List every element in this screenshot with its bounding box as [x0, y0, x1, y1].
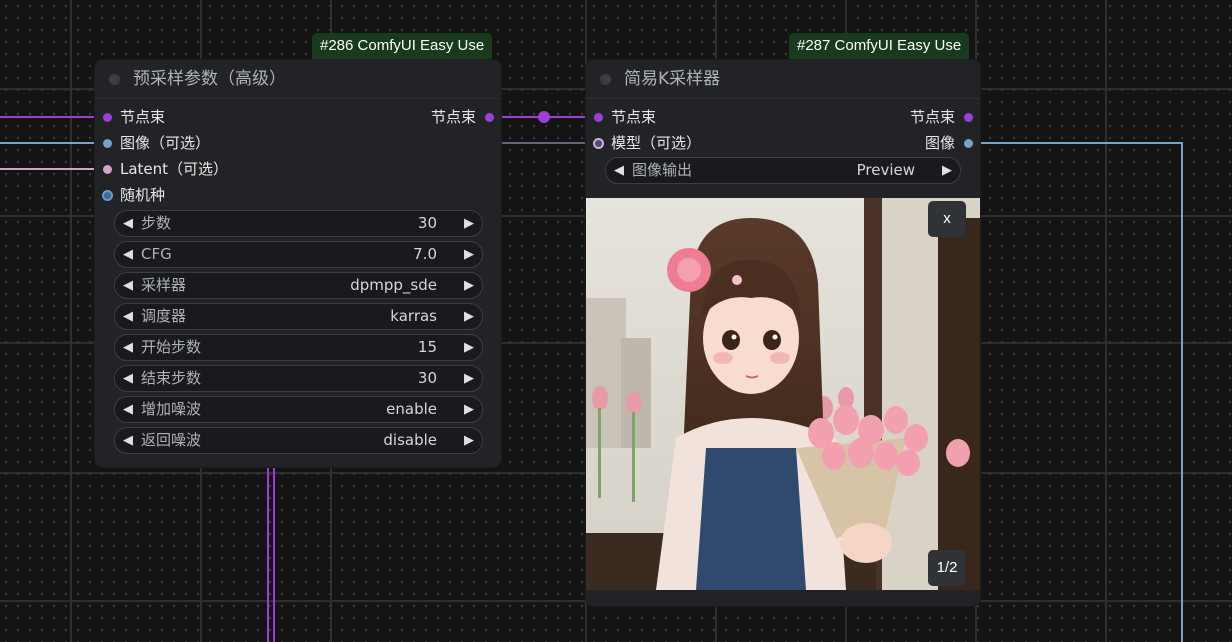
decrement-arrow-icon[interactable]: ◀ [123, 211, 133, 236]
widget-value: 7.0 [413, 245, 437, 263]
input-slot-pipe[interactable]: 节点束 [95, 106, 165, 128]
input-label-seed: 随机种 [120, 186, 166, 204]
input-label-latent: Latent（可选） [120, 160, 229, 178]
increment-arrow-icon[interactable]: ▶ [464, 397, 474, 422]
node-286-badge: #286 ComfyUI Easy Use [312, 33, 493, 59]
increment-arrow-icon[interactable]: ▶ [464, 211, 474, 236]
input-label-pipe: 节点束 [120, 108, 166, 126]
image-output-socket-icon[interactable] [964, 139, 973, 148]
widget-sampler[interactable]: ◀ 采样器 dpmpp_sde ▶ [114, 272, 483, 299]
node-287-title-bar[interactable]: 简易K采样器 [586, 60, 980, 99]
wire-image-out [968, 142, 1183, 642]
node-287-simple-ksampler[interactable]: 简易K采样器 节点束 模型（可选） 节点束 图像 ◀ 图像输出 Preview … [586, 60, 980, 606]
widget-value: 30 [417, 214, 437, 232]
widget-label: 采样器 [141, 276, 187, 294]
pipe-socket-icon[interactable] [103, 113, 112, 122]
decrement-arrow-icon[interactable]: ◀ [123, 428, 133, 453]
output-label-pipe: 节点束 [430, 108, 476, 126]
node-286-title: 预采样参数（高级） [133, 69, 286, 89]
widget-steps[interactable]: ◀ 步数 30 ▶ [114, 210, 483, 237]
decrement-arrow-icon[interactable]: ◀ [123, 335, 133, 360]
increment-arrow-icon[interactable]: ▶ [464, 304, 474, 329]
widget-scheduler[interactable]: ◀ 调度器 karras ▶ [114, 303, 483, 330]
output-slot-image[interactable]: 图像 [860, 132, 980, 154]
input-slot-model[interactable]: 模型（可选） [586, 132, 701, 154]
widget-value: karras [390, 307, 437, 325]
pipe-output-socket-icon[interactable] [485, 113, 494, 122]
node-287-title: 简易K采样器 [624, 69, 721, 89]
increment-arrow-icon[interactable]: ▶ [464, 242, 474, 267]
latent-socket-icon[interactable] [103, 165, 112, 174]
close-preview-button[interactable]: x [928, 201, 966, 237]
increment-arrow-icon[interactable]: ▶ [464, 428, 474, 453]
widget-image-output[interactable]: ◀ 图像输出 Preview ▶ [605, 157, 961, 184]
pipe-output-socket-icon[interactable] [964, 113, 973, 122]
image-socket-icon[interactable] [103, 139, 112, 148]
widget-value: Preview [856, 161, 915, 179]
widget-label: CFG [141, 245, 172, 263]
widget-return-noise[interactable]: ◀ 返回噪波 disable ▶ [114, 427, 483, 454]
input-slot-seed[interactable]: 随机种 [95, 184, 165, 206]
node-286-title-bar[interactable]: 预采样参数（高级） [95, 60, 501, 99]
widget-label: 开始步数 [141, 338, 202, 356]
widget-cfg[interactable]: ◀ CFG 7.0 ▶ [114, 241, 483, 268]
widget-label: 结束步数 [141, 369, 202, 387]
widget-value: enable [386, 400, 437, 418]
widget-value: disable [383, 431, 437, 449]
input-slot-image[interactable]: 图像（可选） [95, 132, 210, 154]
preview-image-illustration [586, 198, 980, 590]
output-label-pipe: 节点束 [909, 108, 955, 126]
decrement-arrow-icon[interactable]: ◀ [123, 397, 133, 422]
widget-label: 图像输出 [632, 161, 693, 179]
widget-value: 15 [417, 338, 437, 356]
decrement-arrow-icon[interactable]: ◀ [123, 304, 133, 329]
output-slot-pipe[interactable]: 节点束 [381, 106, 501, 128]
decrement-arrow-icon[interactable]: ◀ [123, 366, 133, 391]
pipe-socket-icon[interactable] [594, 113, 603, 122]
increment-arrow-icon[interactable]: ▶ [464, 366, 474, 391]
input-label-model: 模型（可选） [611, 134, 702, 152]
model-socket-icon[interactable] [593, 138, 604, 149]
decrement-arrow-icon[interactable]: ◀ [614, 158, 624, 183]
output-slot-pipe[interactable]: 节点束 [860, 106, 980, 128]
input-label-pipe: 节点束 [611, 108, 657, 126]
collapse-dot-icon[interactable] [600, 74, 611, 85]
input-label-image: 图像（可选） [120, 134, 211, 152]
decrement-arrow-icon[interactable]: ◀ [123, 273, 133, 298]
widget-label: 返回噪波 [141, 431, 202, 449]
output-label-image: 图像 [924, 134, 955, 152]
node-286-presampling-advanced[interactable]: 预采样参数（高级） 节点束 图像（可选） Latent（可选） 随机种 节点束 … [95, 60, 501, 467]
widget-label: 调度器 [141, 307, 187, 325]
input-slot-pipe[interactable]: 节点束 [586, 106, 656, 128]
wire-reroute-dot [538, 111, 550, 123]
widget-label: 增加噪波 [141, 400, 202, 418]
preview-image[interactable]: x 1/2 [586, 198, 980, 590]
widget-end-step[interactable]: ◀ 结束步数 30 ▶ [114, 365, 483, 392]
image-counter-button[interactable]: 1/2 [928, 550, 966, 586]
input-slot-latent[interactable]: Latent（可选） [95, 158, 228, 180]
node-287-badge: #287 ComfyUI Easy Use [789, 33, 970, 59]
increment-arrow-icon[interactable]: ▶ [942, 158, 952, 183]
decrement-arrow-icon[interactable]: ◀ [123, 242, 133, 267]
widget-value: dpmpp_sde [350, 276, 437, 294]
widget-label: 步数 [141, 214, 172, 232]
widget-add-noise[interactable]: ◀ 增加噪波 enable ▶ [114, 396, 483, 423]
widget-value: 30 [417, 369, 437, 387]
increment-arrow-icon[interactable]: ▶ [464, 335, 474, 360]
increment-arrow-icon[interactable]: ▶ [464, 273, 474, 298]
seed-socket-icon[interactable] [102, 190, 113, 201]
collapse-dot-icon[interactable] [109, 74, 120, 85]
widget-start-step[interactable]: ◀ 开始步数 15 ▶ [114, 334, 483, 361]
